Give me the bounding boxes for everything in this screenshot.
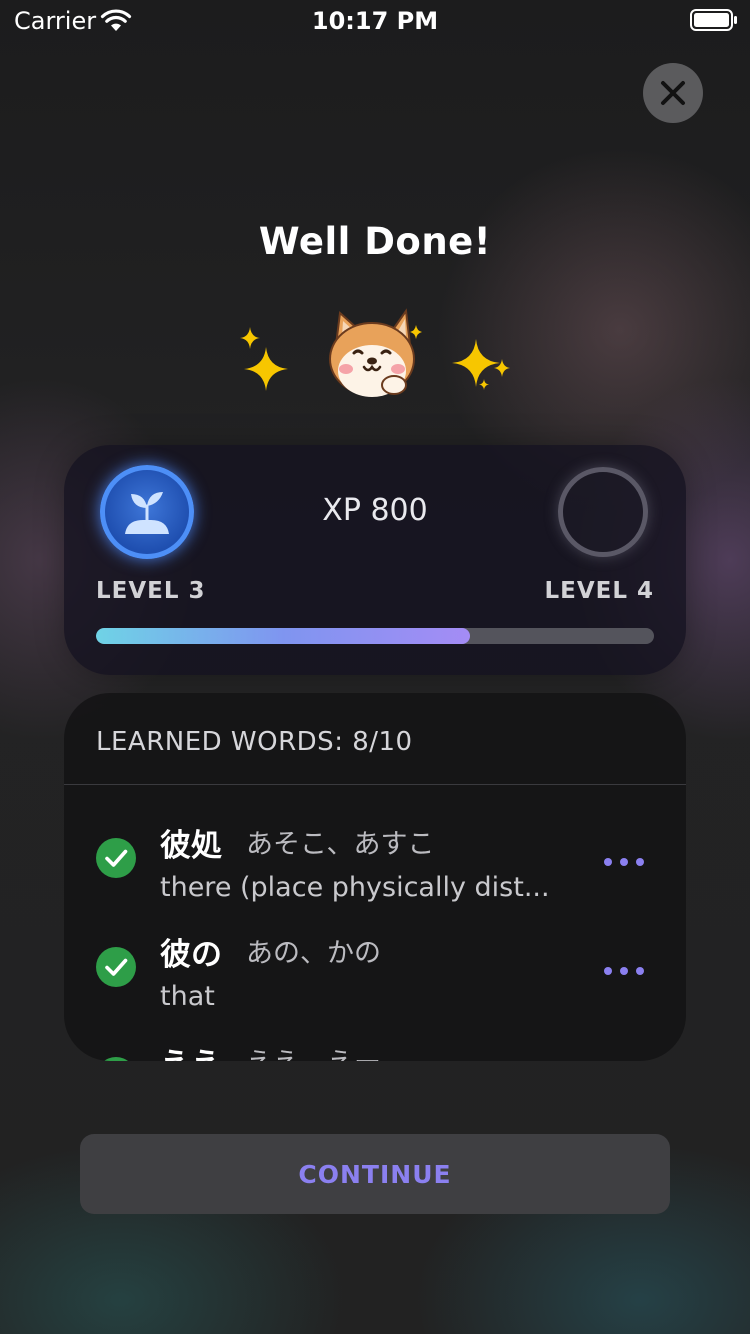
checkmark-icon xyxy=(96,838,136,878)
level-progress-bar xyxy=(96,628,654,644)
word-reading: あそこ、あすこ xyxy=(246,829,435,860)
checkmark-icon xyxy=(104,1057,128,1061)
learned-words-card: LEARNED WORDS: 8/10 彼処 あそこ、あすこ there (pl… xyxy=(64,693,686,1061)
word-kanji: 彼処 xyxy=(160,828,222,864)
checkmark-icon xyxy=(96,947,136,987)
status-bar: Carrier 10:17 PM xyxy=(0,0,750,40)
word-row[interactable]: 彼の あの、かの that xyxy=(64,929,686,1029)
sparkles-icon xyxy=(452,339,510,390)
word-reading: ええ、えー xyxy=(246,1041,381,1061)
level-progress-card: XP 800 LEVEL 3 LEVEL 4 xyxy=(64,445,686,675)
current-level-label: LEVEL 3 xyxy=(96,578,206,604)
word-kanji: 彼の xyxy=(160,937,222,973)
next-level-badge xyxy=(558,467,648,557)
more-dots-icon[interactable] xyxy=(602,856,646,868)
battery-icon xyxy=(690,9,737,31)
next-level-label: LEVEL 4 xyxy=(544,578,654,604)
page-title: Well Done! xyxy=(258,220,492,263)
word-meaning: that xyxy=(160,981,215,1012)
close-button[interactable] xyxy=(643,63,703,123)
learned-words-header: LEARNED WORDS: 8/10 xyxy=(96,727,413,757)
continue-button[interactable]: CONTINUE xyxy=(80,1134,670,1214)
close-icon xyxy=(661,81,685,105)
word-reading: あの、かの xyxy=(246,938,381,969)
level-progress-fill xyxy=(96,628,470,644)
shiba-dog-icon xyxy=(329,308,422,397)
word-kanji: ええ xyxy=(160,1039,222,1061)
sparkles-icon xyxy=(240,327,288,391)
word-row[interactable]: ええ ええ、えー xyxy=(64,1039,686,1061)
clock: 10:17 PM xyxy=(311,7,439,35)
celebration-row xyxy=(0,305,750,405)
word-meaning: there (place physically dist... xyxy=(160,872,550,903)
more-dots-icon[interactable] xyxy=(602,965,646,977)
divider xyxy=(64,784,686,785)
word-row[interactable]: 彼処 あそこ、あすこ there (place physically dist.… xyxy=(64,820,686,920)
